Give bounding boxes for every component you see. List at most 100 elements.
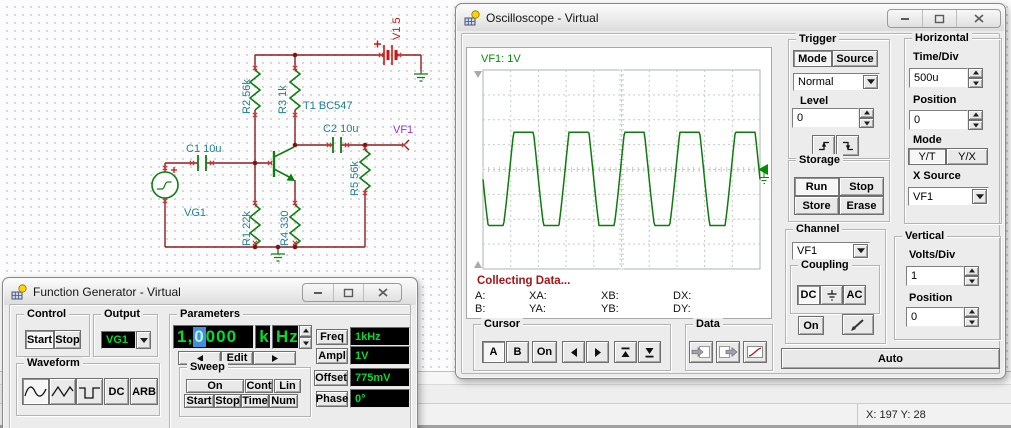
voltsdiv-spinner[interactable] (964, 266, 979, 286)
channel-on-button[interactable]: On (798, 316, 824, 335)
sweep-num-button[interactable]: Num (269, 394, 298, 408)
spin-down-icon[interactable] (968, 120, 983, 130)
trigger-mode-button[interactable]: Mode (793, 50, 832, 67)
storage-store-button[interactable]: Store (794, 196, 839, 215)
trigger-level-field[interactable]: 0 (792, 108, 859, 128)
timediv-field[interactable]: 500u (909, 68, 968, 88)
scope-screen: VF1: 1V Collecting Data... A: XA: XB: DX… (466, 47, 772, 319)
v-position-field[interactable]: 0 (906, 307, 964, 327)
storage-stop-button[interactable]: Stop (839, 177, 884, 196)
h-position-value: 0 (914, 114, 921, 126)
sweep-stop-button[interactable]: Stop (214, 394, 241, 408)
trigger-mode-dropdown[interactable]: Normal (793, 73, 880, 91)
sweep-on-button[interactable]: On (186, 379, 244, 393)
cursor-left-button[interactable] (562, 341, 585, 363)
trigger-source-button[interactable]: Source (832, 50, 878, 67)
phase-button[interactable]: Phase (316, 391, 348, 407)
channel-dropdown[interactable]: VF1 (792, 242, 870, 260)
data-curve-button[interactable] (743, 341, 767, 363)
spin-up-icon[interactable] (968, 68, 983, 78)
sweep-time-button[interactable]: Time (241, 394, 269, 408)
digit-right-button[interactable] (253, 351, 296, 365)
v-position-spinner[interactable] (964, 307, 979, 327)
offset-button[interactable]: Offset (314, 370, 348, 386)
scope-status-text: Collecting Data... (477, 275, 571, 287)
trigger-falling-edge-button[interactable] (836, 135, 859, 156)
sweep-lin-button[interactable]: Lin (274, 379, 301, 393)
label-r3: R3 1k (277, 85, 289, 114)
data-export-button[interactable] (716, 341, 740, 363)
spin-up-icon[interactable] (968, 110, 983, 120)
cursor-a-button[interactable]: A (482, 341, 505, 363)
auto-button[interactable]: Auto (781, 348, 1000, 369)
cursor-top-button[interactable] (614, 341, 637, 363)
control-stop-button[interactable]: Stop (54, 330, 81, 349)
close-button[interactable] (363, 284, 401, 301)
waveform-dc-button[interactable]: DC (104, 378, 129, 405)
display-pre: 1, (177, 327, 194, 346)
status-coordinates-cell: X: 197 Y: 28 (857, 404, 1007, 426)
trigger-rising-edge-button[interactable] (812, 135, 835, 156)
timediv-spinner[interactable] (968, 68, 983, 88)
waveform-square-button[interactable] (76, 378, 103, 405)
maximize-button[interactable] (333, 284, 363, 301)
label-t1: T1 BC547 (303, 100, 353, 112)
h-position-spinner[interactable] (968, 110, 983, 130)
ampl-button[interactable]: Ampl (316, 348, 348, 364)
circuit-schematic: C1 10u VG1 T1 BC547 C2 10u R2 56k R1 22k… (151, 17, 428, 262)
output-dropdown-button[interactable] (136, 331, 151, 349)
storage-erase-button[interactable]: Erase (839, 196, 884, 215)
spin-down-icon[interactable] (964, 276, 979, 286)
spin-down-icon[interactable] (859, 118, 874, 128)
spin-up-icon[interactable] (964, 307, 979, 317)
dropdown-arrow-icon[interactable] (863, 75, 878, 89)
coupling-ac-button[interactable]: AC (843, 285, 866, 305)
status-coordinates: X: 197 Y: 28 (866, 409, 926, 421)
dropdown-arrow-icon[interactable] (853, 244, 868, 258)
spin-up-icon[interactable] (299, 325, 312, 337)
spin-down-icon[interactable] (964, 317, 979, 327)
readout-xa: XA: (529, 290, 547, 302)
coupling-dc-button[interactable]: DC (797, 285, 820, 305)
cursor-b-button[interactable]: B (506, 341, 529, 363)
close-button[interactable] (956, 10, 1000, 27)
frequency-display[interactable]: 1, 0 000 (173, 325, 254, 349)
waveform-triangle-button[interactable] (49, 378, 76, 405)
trigger-level-spinner[interactable] (859, 108, 874, 128)
display-spinner[interactable] (299, 325, 312, 349)
sweep-cont-button[interactable]: Cont (245, 379, 273, 393)
coupling-ground-button[interactable] (820, 285, 843, 305)
cursor-right-button[interactable] (586, 341, 609, 363)
phase-value: 0° (355, 392, 366, 405)
voltsdiv-field[interactable]: 1 (906, 266, 964, 286)
spin-down-icon[interactable] (968, 78, 983, 88)
waveform-arb-button[interactable]: ARB (130, 378, 158, 405)
square-wave-icon (79, 387, 100, 399)
output-dropdown-value[interactable]: VG1 (101, 331, 136, 349)
maximize-button[interactable] (922, 10, 956, 27)
control-start-button[interactable]: Start (25, 330, 54, 349)
oscilloscope-titlebar[interactable]: Oscilloscope - Virtual (457, 5, 1004, 31)
funcgen-titlebar[interactable]: Function Generator - Virtual (4, 279, 416, 305)
h-position-field[interactable]: 0 (909, 110, 968, 130)
triangle-wave-icon (51, 385, 74, 398)
waveform-sine-button[interactable] (22, 378, 49, 405)
data-import-button[interactable] (689, 341, 713, 363)
sweep-start-button[interactable]: Start (184, 394, 214, 408)
minimize-button[interactable] (888, 10, 922, 27)
minimize-button[interactable] (303, 284, 333, 301)
cursor-on-button[interactable]: On (532, 341, 557, 363)
arrow-right-icon (271, 354, 278, 362)
mode-yt-button[interactable]: Y/T (908, 148, 946, 165)
mode-yx-button[interactable]: Y/X (946, 148, 988, 165)
dropdown-arrow-icon[interactable] (972, 189, 987, 204)
freq-button[interactable]: Freq (316, 329, 348, 345)
spin-up-icon[interactable] (964, 266, 979, 276)
cursor-bottom-button[interactable] (638, 341, 661, 363)
xsource-dropdown[interactable]: VF1 (908, 187, 989, 206)
spin-up-icon[interactable] (859, 108, 874, 118)
channel-probe-button[interactable] (842, 314, 874, 335)
h-mode-label: Mode (913, 134, 942, 146)
storage-run-button[interactable]: Run (794, 177, 839, 196)
spin-down-icon[interactable] (299, 337, 312, 349)
